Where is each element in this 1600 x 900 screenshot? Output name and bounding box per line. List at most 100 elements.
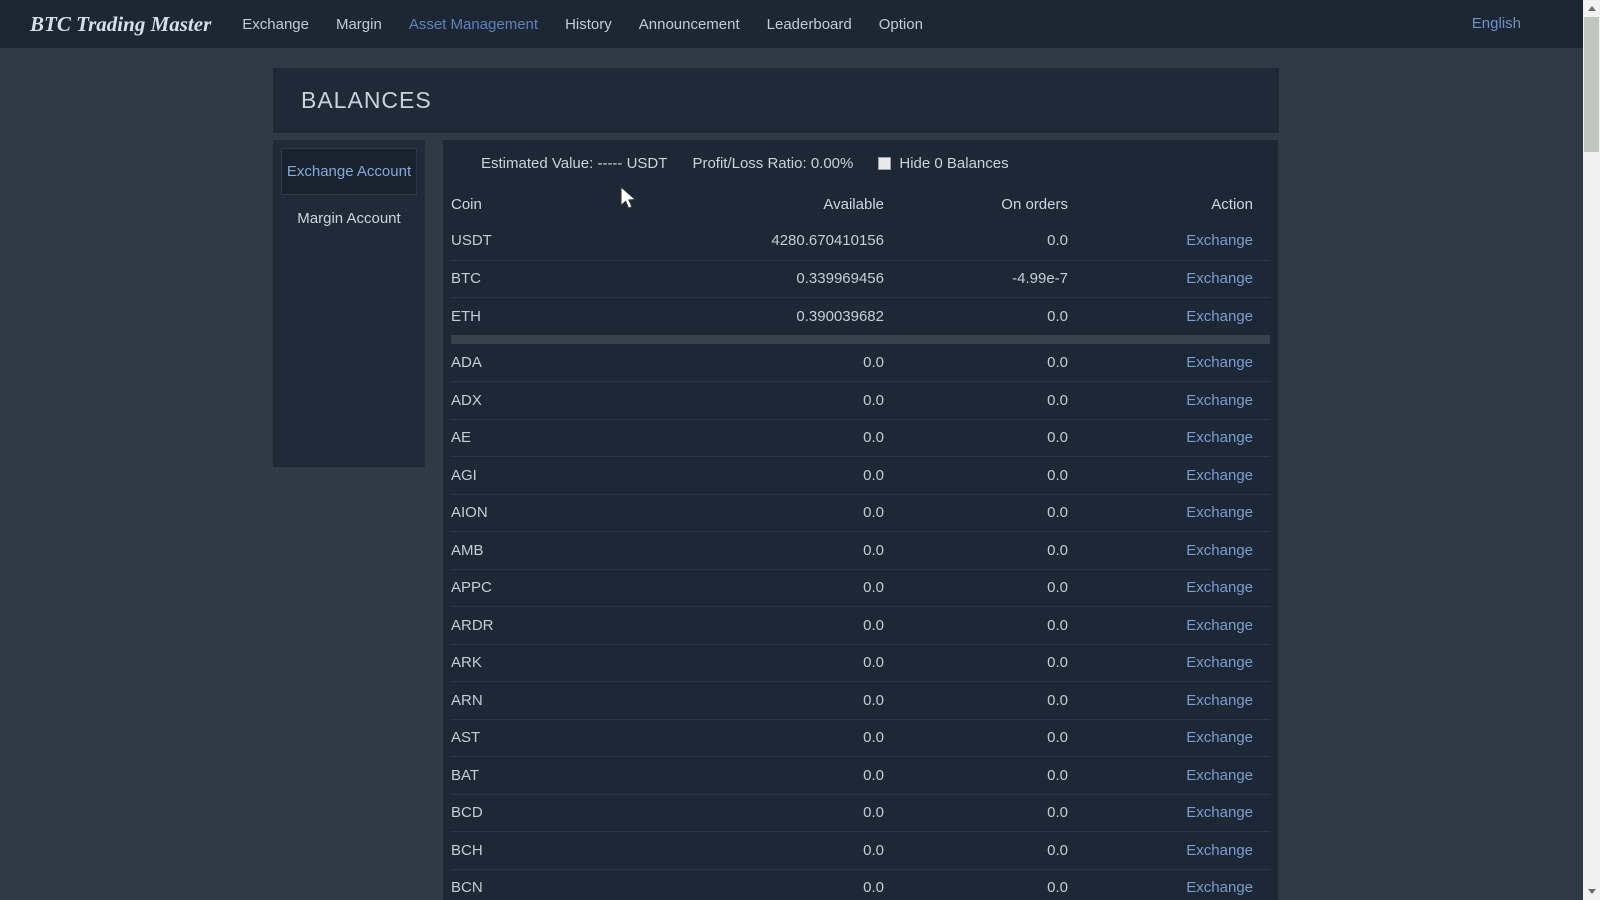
available-cell: 0.0 — [651, 429, 901, 446]
exchange-link-adx[interactable]: Exchange — [1186, 392, 1253, 409]
action-cell: Exchange — [1085, 767, 1270, 784]
exchange-link-agi[interactable]: Exchange — [1186, 467, 1253, 484]
action-cell: Exchange — [1085, 804, 1270, 821]
coin-cell: AION — [451, 504, 651, 521]
available-cell: 0.0 — [651, 392, 901, 409]
language-switcher[interactable]: English — [1472, 0, 1521, 48]
hide-zero-balances: Hide 0 Balances — [878, 155, 1008, 172]
action-cell: Exchange — [1085, 579, 1270, 596]
nav-items: Exchange Margin Asset Management History Ann… — [242, 16, 950, 33]
zero-balances-divider — [451, 335, 1270, 344]
sidebar-item-margin-account[interactable]: Margin Account — [281, 195, 417, 242]
coin-cell: ARDR — [451, 617, 651, 634]
table-row-arn: ARN0.00.0Exchange — [451, 681, 1270, 719]
coin-cell: BTC — [451, 270, 651, 287]
action-cell: Exchange — [1085, 354, 1270, 371]
exchange-link-ark[interactable]: Exchange — [1186, 654, 1253, 671]
available-cell: 0.390039682 — [651, 308, 901, 325]
table-row-adx: ADX0.00.0Exchange — [451, 381, 1270, 419]
page-title: BALANCES — [273, 68, 1279, 133]
coin-cell: AST — [451, 729, 651, 746]
coin-cell: AGI — [451, 467, 651, 484]
exchange-link-ae[interactable]: Exchange — [1186, 429, 1253, 446]
action-cell: Exchange — [1085, 729, 1270, 746]
balances-table-header: Coin Available On orders Action — [451, 186, 1270, 222]
column-header-coin: Coin — [451, 196, 651, 213]
exchange-link-usdt[interactable]: Exchange — [1186, 232, 1253, 249]
exchange-link-eth[interactable]: Exchange — [1186, 308, 1253, 325]
available-cell: 0.0 — [651, 542, 901, 559]
table-row-eth: ETH0.3900396820.0 Exchange — [451, 297, 1270, 335]
available-cell: 0.0 — [651, 654, 901, 671]
top-navbar: BTC Trading Master Exchange Margin Asset M… — [0, 0, 1600, 48]
hide-zero-balances-checkbox[interactable] — [878, 157, 891, 170]
on-orders-cell: 0.0 — [901, 767, 1085, 784]
action-cell: Exchange — [1085, 542, 1270, 559]
exchange-link-bch[interactable]: Exchange — [1186, 842, 1253, 859]
balances-header-panel: BALANCES — [273, 68, 1279, 133]
action-cell: Exchange — [1085, 392, 1270, 409]
coin-cell: AE — [451, 429, 651, 446]
available-cell: 0.0 — [651, 692, 901, 709]
on-orders-cell: 0.0 — [901, 804, 1085, 821]
available-cell: 0.0 — [651, 504, 901, 521]
available-cell: 0.339969456 — [651, 270, 901, 287]
action-cell: Exchange — [1085, 270, 1270, 287]
brand-logo[interactable]: BTC Trading Master — [30, 12, 211, 37]
nav-item-exchange[interactable]: Exchange — [242, 16, 309, 33]
coin-cell: ETH — [451, 308, 651, 325]
on-orders-cell: 0.0 — [901, 392, 1085, 409]
available-cell: 0.0 — [651, 842, 901, 859]
exchange-link-bcn[interactable]: Exchange — [1186, 879, 1253, 896]
on-orders-cell: 0.0 — [901, 842, 1085, 859]
on-orders-cell: 0.0 — [901, 654, 1085, 671]
coin-cell: APPC — [451, 579, 651, 596]
exchange-link-ada[interactable]: Exchange — [1186, 354, 1253, 371]
coin-cell: ADX — [451, 392, 651, 409]
scrollbar[interactable] — [1583, 0, 1600, 900]
exchange-link-aion[interactable]: Exchange — [1186, 504, 1253, 521]
balances-panel: Estimated Value: ----- USDT Profit/Loss … — [443, 140, 1278, 900]
scrollbar-down-button[interactable] — [1583, 883, 1600, 900]
exchange-link-bat[interactable]: Exchange — [1186, 767, 1253, 784]
nav-item-announcement[interactable]: Announcement — [639, 16, 740, 33]
available-cell: 0.0 — [651, 804, 901, 821]
action-cell: Exchange — [1085, 654, 1270, 671]
nav-item-option[interactable]: Option — [879, 16, 923, 33]
exchange-link-arn[interactable]: Exchange — [1186, 692, 1253, 709]
scrollbar-thumb[interactable] — [1584, 17, 1599, 152]
table-row-btc: BTC0.339969456-4.99e-7 Exchange — [451, 260, 1270, 298]
nav-item-history[interactable]: History — [565, 16, 612, 33]
action-cell: Exchange — [1085, 879, 1270, 896]
on-orders-cell: 0.0 — [901, 467, 1085, 484]
exchange-link-amb[interactable]: Exchange — [1186, 542, 1253, 559]
exchange-link-bcd[interactable]: Exchange — [1186, 804, 1253, 821]
coin-cell: AMB — [451, 542, 651, 559]
scroll-up-arrow-icon — [1588, 6, 1596, 11]
scroll-down-arrow-icon — [1588, 889, 1596, 894]
on-orders-cell: 0.0 — [901, 232, 1085, 249]
nav-item-asset-management[interactable]: Asset Management — [409, 16, 538, 33]
coin-cell: BAT — [451, 767, 651, 784]
action-cell: Exchange — [1085, 504, 1270, 521]
action-cell: Exchange — [1085, 467, 1270, 484]
account-sidebar: Exchange AccountMargin Account — [273, 140, 425, 467]
column-header-available: Available — [651, 196, 901, 213]
on-orders-cell: 0.0 — [901, 308, 1085, 325]
exchange-link-ast[interactable]: Exchange — [1186, 729, 1253, 746]
exchange-link-appc[interactable]: Exchange — [1186, 579, 1253, 596]
table-row-aion: AION0.00.0Exchange — [451, 494, 1270, 532]
table-row-bcn: BCN0.00.0Exchange — [451, 869, 1270, 900]
table-row-ada: ADA0.00.0Exchange — [451, 344, 1270, 382]
coin-cell: BCN — [451, 879, 651, 896]
action-cell: Exchange — [1085, 842, 1270, 859]
sidebar-item-exchange-account[interactable]: Exchange Account — [281, 148, 417, 195]
balances-table-body: USDT4280.6704101560.0ExchangeBTC0.339969… — [451, 222, 1270, 900]
exchange-link-btc[interactable]: Exchange — [1186, 270, 1253, 287]
available-cell: 0.0 — [651, 467, 901, 484]
on-orders-cell: -4.99e-7 — [901, 270, 1085, 287]
exchange-link-ardr[interactable]: Exchange — [1186, 617, 1253, 634]
nav-item-margin[interactable]: Margin — [336, 16, 382, 33]
nav-item-leaderboard[interactable]: Leaderboard — [767, 16, 852, 33]
scrollbar-up-button[interactable] — [1583, 0, 1600, 17]
